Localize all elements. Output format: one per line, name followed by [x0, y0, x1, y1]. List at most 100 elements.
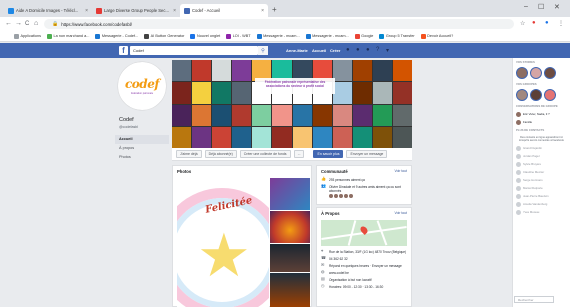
maximize-button[interactable]: ☐ [538, 3, 544, 11]
about-see-all-link[interactable]: Voir tout [395, 211, 407, 216]
about-response[interactable]: Répond en quelques heures · Envoyer un m… [329, 264, 402, 268]
avatar[interactable] [339, 194, 343, 198]
reload-icon[interactable]: C [25, 21, 29, 27]
facebook-logo-icon[interactable]: f [119, 46, 128, 55]
about-address[interactable]: Rue de la Station, 33/F (1G loc) 4870 Tr… [329, 250, 406, 254]
cover-photo-collage[interactable] [172, 60, 412, 148]
contact-item[interactable]: Famille [513, 118, 570, 126]
search-icon[interactable]: ⚲ [258, 46, 268, 55]
back-icon[interactable]: ← [5, 20, 12, 27]
send-message-button[interactable]: Envoyer un message [346, 150, 388, 158]
learn-more-button[interactable]: En savoir plus [313, 150, 344, 158]
photo-thumbnail[interactable] [270, 273, 310, 307]
more-button[interactable]: ... [293, 150, 305, 158]
avatar[interactable] [334, 194, 338, 198]
menu-icon[interactable]: ⋮ [558, 20, 564, 27]
community-see-all-link[interactable]: Voir tout [395, 169, 407, 174]
nav-profile-link[interactable]: Anne-Marie [286, 48, 308, 53]
contact-item[interactable]: Claudine Mercier [513, 168, 570, 176]
bookmark-item[interactable]: La non marchand a... [46, 33, 89, 39]
chat-search-input[interactable]: Rechercher [514, 296, 554, 303]
photo-thumbnail[interactable] [270, 244, 310, 272]
nav-home-link[interactable]: Accueil [312, 48, 326, 53]
left-nav-item-photos[interactable]: Photos [115, 153, 169, 162]
photo-thumbnail[interactable]: Felicitée ★ [177, 178, 269, 307]
location-map[interactable] [321, 220, 407, 246]
contact-item[interactable]: Jordan Pagel [513, 152, 570, 160]
browser-tab[interactable]: Aide A Domicile Images - Télécl... × [4, 4, 92, 17]
photo-thumbnail[interactable] [270, 178, 310, 210]
group-avatar[interactable] [530, 89, 542, 101]
messenger-icon[interactable]: ● [356, 47, 360, 53]
contact-item[interactable]: Grand Dujardin [513, 144, 570, 152]
browser-tab-active[interactable]: Codef - Accueil × [180, 4, 268, 17]
contact-item[interactable]: Yves Moreau [513, 208, 570, 216]
bookmark-item[interactable]: Messagerie - Codef... [95, 33, 138, 39]
browser-tab[interactable]: Large Diverse Group People Sec... × [92, 4, 180, 17]
page-title[interactable]: Codef [119, 117, 134, 123]
story-avatar[interactable] [530, 67, 542, 79]
bookmark-label: Messagerie - mcam... [312, 34, 349, 38]
contact-name: Famille [523, 120, 533, 124]
bookmark-item[interactable]: Messagerie - mcam... [256, 33, 300, 39]
friends-icon[interactable]: ● [346, 47, 350, 53]
avatar[interactable] [344, 194, 348, 198]
cover-photo-tile [372, 126, 392, 148]
home-icon[interactable]: ⌂ [34, 20, 38, 27]
group-avatar[interactable] [516, 89, 528, 101]
new-tab-button[interactable]: + [272, 5, 277, 14]
left-nav-item-accueil[interactable]: Accueil [115, 135, 169, 144]
contact-item[interactable]: Jean-Pierre Bauduin [513, 192, 570, 200]
account-menu-icon[interactable]: ▾ [386, 47, 389, 54]
close-window-button[interactable]: ✕ [554, 3, 560, 11]
bookmark-item[interactable]: Messagerie - mcam... [305, 33, 349, 39]
bookmark-item[interactable]: Google [354, 33, 373, 39]
photo-thumbnail[interactable] [270, 211, 310, 243]
tab-close-icon[interactable]: × [261, 8, 264, 14]
tab-close-icon[interactable]: × [173, 8, 176, 14]
notifications-icon[interactable]: ● [366, 47, 370, 53]
about-website[interactable]: www.codef.be [329, 271, 349, 275]
page-handle[interactable]: @codefasbl [119, 125, 138, 129]
bookmark-label: Messagerie - mcam... [263, 34, 300, 38]
cover-photo-tile [232, 126, 252, 148]
cover-photo-tile [192, 60, 212, 82]
contact-item[interactable]: Serge Hormans [513, 176, 570, 184]
minimize-button[interactable]: – [524, 3, 528, 10]
bookmark-item[interactable]: LOI - WBT [226, 33, 251, 39]
bookmark-item[interactable]: Group 5 Transfer [379, 33, 415, 39]
bookmark-star-icon[interactable]: ☆ [520, 20, 525, 27]
about-category[interactable]: Organisation à but non lucratif [329, 278, 372, 282]
left-nav-item-apropos[interactable]: À propos [115, 144, 169, 153]
bookmark-item[interactable]: Applications [14, 33, 41, 39]
follow-button[interactable]: Déjà abonné(e) [204, 150, 237, 158]
nav-create-link[interactable]: Créer [330, 48, 340, 53]
bookmark-item[interactable]: AI Button Generator [144, 33, 184, 39]
about-phone[interactable]: 04 362 62 32 [329, 257, 348, 261]
avatar[interactable] [349, 194, 353, 198]
url-input[interactable]: 🔒 https://www.facebook.com/codefasbl/ [44, 19, 514, 29]
cover-photo-tile [392, 82, 412, 104]
like-button[interactable]: J'aime déjà [176, 150, 202, 158]
fundraiser-button[interactable]: Créer une collecte de fonds [239, 150, 291, 158]
contact-item[interactable]: Amelia Vandenberg [513, 200, 570, 208]
forward-icon[interactable]: → [15, 20, 22, 27]
group-avatar[interactable] [544, 89, 556, 101]
help-icon[interactable]: ? [376, 47, 379, 53]
story-avatar[interactable] [516, 67, 528, 79]
bookmark-item[interactable]: Devoir Accueil? [420, 33, 454, 39]
facebook-search-input[interactable]: Codef [130, 46, 258, 55]
profile-icon[interactable]: ● [545, 20, 549, 26]
avatar[interactable] [329, 194, 333, 198]
community-friends-text[interactable]: Olivier Dinsdale et 9 autres amis aiment… [329, 185, 401, 193]
contact-item[interactable]: Eric Vivier, Nadia, 3 ? [513, 110, 570, 118]
bookmark-label: Devoir Accueil? [427, 34, 454, 38]
contact-item[interactable]: Marcel Delporte [513, 184, 570, 192]
bookmark-item[interactable]: Nouvel onglet [190, 33, 220, 39]
tab-label: Large Diverse Group People Sec... [104, 8, 169, 13]
story-avatar[interactable] [544, 67, 556, 79]
tab-close-icon[interactable]: × [85, 8, 88, 14]
page-profile-picture[interactable]: codef fédération patronale [118, 62, 166, 110]
extension-icon[interactable]: ● [532, 20, 536, 26]
contact-item[interactable]: Sylvie Bruyère [513, 160, 570, 168]
